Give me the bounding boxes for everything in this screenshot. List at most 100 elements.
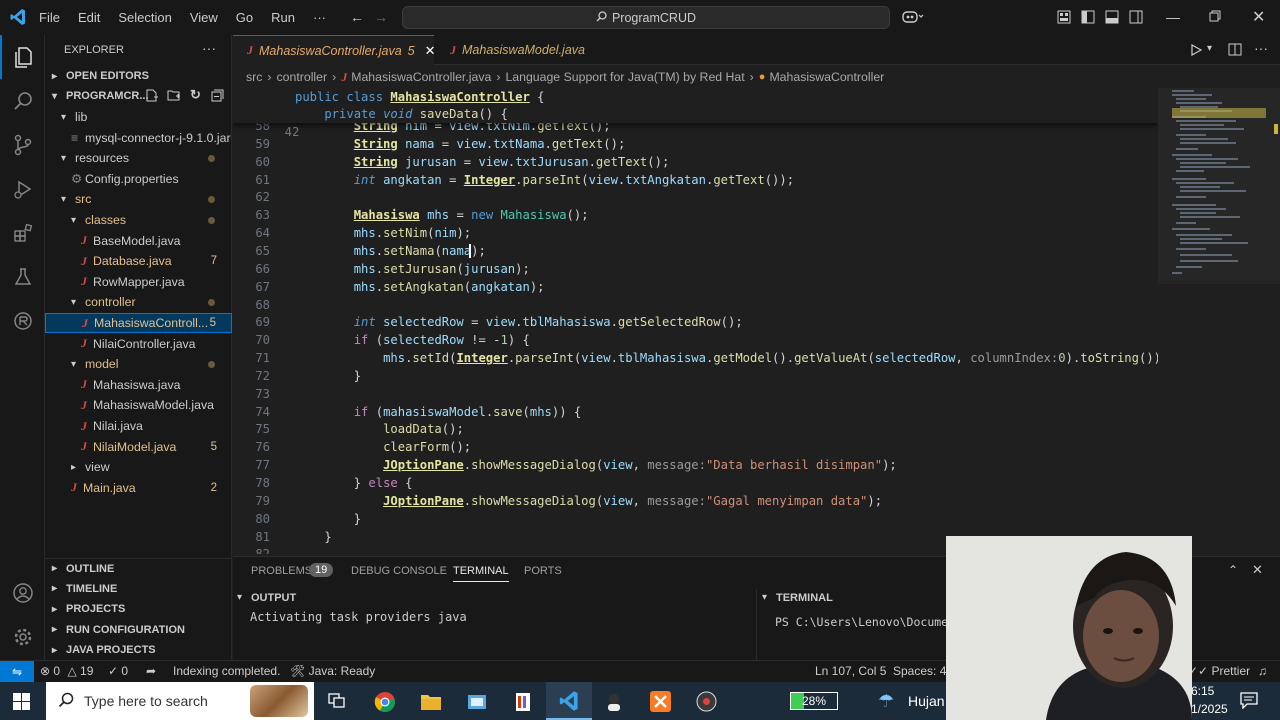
chevron-down-icon[interactable]: ▾ xyxy=(762,592,767,603)
code-line[interactable]: 59 String nama = view.txtNama.getText(); xyxy=(233,135,1158,153)
more-actions-icon[interactable]: ··· xyxy=(202,40,216,56)
store-app-icon[interactable] xyxy=(467,692,487,713)
manage-gear-icon[interactable] xyxy=(0,615,45,659)
code-line[interactable]: 67 mhs.setAngkatan(angkatan); xyxy=(233,278,1158,296)
tree-item[interactable]: ≡ mysql-connector-j-9.1.0.jar xyxy=(45,128,232,148)
back-arrow-icon[interactable]: ← xyxy=(350,9,364,25)
close-window-icon[interactable]: ✕ xyxy=(1252,7,1265,27)
testing-icon[interactable] xyxy=(0,255,45,299)
code-line[interactable]: 73 xyxy=(233,385,1158,403)
tree-item[interactable]: ▾ controller xyxy=(45,292,232,312)
search-icon[interactable] xyxy=(0,79,45,123)
minimize-window-icon[interactable]: — xyxy=(1166,9,1180,25)
vscode-taskbar-icon[interactable] xyxy=(546,682,592,720)
minimap[interactable] xyxy=(1158,88,1280,554)
task-view-icon[interactable] xyxy=(328,693,346,712)
tree-item[interactable]: J NilaiModel.java 5 xyxy=(45,437,232,457)
project-section[interactable]: ▾ PROGRAMCR... ↻ xyxy=(45,86,232,106)
tree-item[interactable]: ▾ lib xyxy=(45,107,232,127)
code-line[interactable]: 76 clearForm(); xyxy=(233,438,1158,456)
command-center-search[interactable]: ProgramCRUD xyxy=(402,6,890,29)
code-line[interactable]: 65 mhs.setNama(nama); xyxy=(233,242,1158,260)
collapse-all-icon[interactable] xyxy=(211,89,224,105)
menu-go[interactable]: Go xyxy=(227,10,262,25)
problems-status[interactable]: ⊗ 0 △ 19 xyxy=(40,664,93,678)
run-icon[interactable] xyxy=(1190,43,1203,59)
refresh-icon[interactable]: ↻ xyxy=(190,87,201,103)
section-projects[interactable]: ▸ PROJECTS xyxy=(45,599,232,619)
cursor-position[interactable]: Ln 107, Col 5 xyxy=(815,664,886,678)
menu-selection[interactable]: Selection xyxy=(109,10,180,25)
menu-more[interactable]: ··· xyxy=(304,10,335,25)
tree-item[interactable]: ▾ classes xyxy=(45,210,232,230)
remote-explorer-icon[interactable] xyxy=(0,299,45,343)
tree-item[interactable]: ▾ resources xyxy=(45,148,232,168)
battery-indicator[interactable]: 28% xyxy=(790,692,838,710)
code-line[interactable]: 74 if (mahasiswaModel.save(mhs)) { xyxy=(233,403,1158,421)
tree-item[interactable]: J Mahasiswa.java xyxy=(45,375,232,395)
code-line[interactable]: 75 loadData(); xyxy=(233,420,1158,438)
tab-terminal[interactable]: TERMINAL xyxy=(453,565,509,582)
clock-time[interactable]: 6:15 xyxy=(1191,684,1214,698)
breadcrumb-controller[interactable]: controller xyxy=(277,70,328,84)
code-line[interactable]: 72 } xyxy=(233,367,1158,385)
tree-item[interactable]: ▾ model xyxy=(45,354,232,374)
prettier-status[interactable]: ✓✓ Prettier xyxy=(1188,664,1250,678)
section-java-projects[interactable]: ▸ JAVA PROJECTS xyxy=(45,640,232,660)
accounts-icon[interactable] xyxy=(0,571,45,615)
close-icon[interactable]: ✕ xyxy=(425,43,436,59)
restore-window-icon[interactable] xyxy=(1209,10,1221,25)
toggle-panel-icon[interactable] xyxy=(1105,10,1119,27)
source-control-icon[interactable] xyxy=(0,123,45,167)
breadcrumb-class[interactable]: MahasiswaController xyxy=(769,70,884,84)
copilot-icon[interactable] xyxy=(902,9,924,28)
tree-item[interactable]: J RowMapper.java xyxy=(45,272,232,292)
toggle-primary-sidebar-icon[interactable] xyxy=(1081,10,1095,27)
tab-mahasiswa-model[interactable]: J MahasiswaModel.java xyxy=(436,35,606,65)
menu-view[interactable]: View xyxy=(181,10,227,25)
chevron-down-icon[interactable]: ▾ xyxy=(1207,43,1212,54)
weather-label[interactable]: Hujan xyxy=(908,693,945,709)
section-timeline[interactable]: ▸ TIMELINE xyxy=(45,579,232,599)
customize-layout-icon[interactable] xyxy=(1057,10,1071,27)
editor-more-actions-icon[interactable]: ··· xyxy=(1254,40,1268,56)
menu-run[interactable]: Run xyxy=(262,10,304,25)
indentation-status[interactable]: Spaces: 4 xyxy=(893,664,946,678)
sticky-scroll-line[interactable]: 42 private void saveData() { xyxy=(233,105,1158,139)
menu-edit[interactable]: Edit xyxy=(69,10,109,25)
section-run-configuration[interactable]: ▸ RUN CONFIGURATION xyxy=(45,620,232,640)
code-line[interactable]: 60 String jurusan = view.txtJurusan.getT… xyxy=(233,153,1158,171)
tree-item[interactable]: J MahasiswaControll... 5 xyxy=(45,313,232,333)
tab-mahasiswa-controller[interactable]: J MahasiswaController.java 5 ✕ xyxy=(233,35,436,65)
extensions-icon[interactable] xyxy=(0,211,45,255)
code-line[interactable]: 80 } xyxy=(233,510,1158,528)
code-line[interactable]: 71 mhs.setId(Integer.parseInt(view.tblMa… xyxy=(233,349,1158,367)
close-panel-icon[interactable]: ✕ xyxy=(1252,562,1263,578)
tree-item[interactable]: J MahasiswaModel.java xyxy=(45,395,232,415)
code-line[interactable]: 79 JOptionPane.showMessageDialog(view, m… xyxy=(233,492,1158,510)
code-line[interactable]: 78 } else { xyxy=(233,474,1158,492)
code-line[interactable]: 62 xyxy=(233,188,1158,206)
code-line[interactable]: 66 mhs.setJurusan(jurusan); xyxy=(233,260,1158,278)
code-line[interactable]: 69 int selectedRow = view.tblMahasiswa.g… xyxy=(233,313,1158,331)
code-line[interactable]: 77 JOptionPane.showMessageDialog(view, m… xyxy=(233,456,1158,474)
tab-ports[interactable]: PORTS xyxy=(524,565,562,577)
remote-indicator[interactable]: ⇋ xyxy=(0,661,34,683)
notification-center-icon[interactable] xyxy=(1240,692,1258,712)
file-explorer-icon[interactable] xyxy=(420,692,442,714)
user-app-icon[interactable] xyxy=(604,692,624,715)
live-share-icon[interactable]: ➦ xyxy=(146,664,156,678)
breadcrumb-file[interactable]: MahasiswaController.java xyxy=(351,70,491,84)
tree-item[interactable]: J Nilai.java xyxy=(45,416,232,436)
code-line[interactable]: 63 Mahasiswa mhs = new Mahasiswa(); xyxy=(233,206,1158,224)
code-line[interactable]: 70 if (selectedRow != -1) { xyxy=(233,331,1158,349)
code-editor[interactable]: 58 String nim = view.txtNim.getText();59… xyxy=(233,88,1158,554)
notifications-bell-icon[interactable]: ♫ xyxy=(1258,664,1267,678)
section-outline[interactable]: ▸ OUTLINE xyxy=(45,558,232,578)
tree-item[interactable]: J BaseModel.java xyxy=(45,231,232,251)
code-line[interactable]: 61 int angkatan = Integer.parseInt(view.… xyxy=(233,171,1158,189)
java-status[interactable]: 🛠 Java: Ready xyxy=(290,664,375,678)
xampp-icon[interactable] xyxy=(650,691,671,715)
open-editors-section[interactable]: ▸ OPEN EDITORS xyxy=(45,66,232,86)
code-line[interactable]: 68 xyxy=(233,296,1158,314)
